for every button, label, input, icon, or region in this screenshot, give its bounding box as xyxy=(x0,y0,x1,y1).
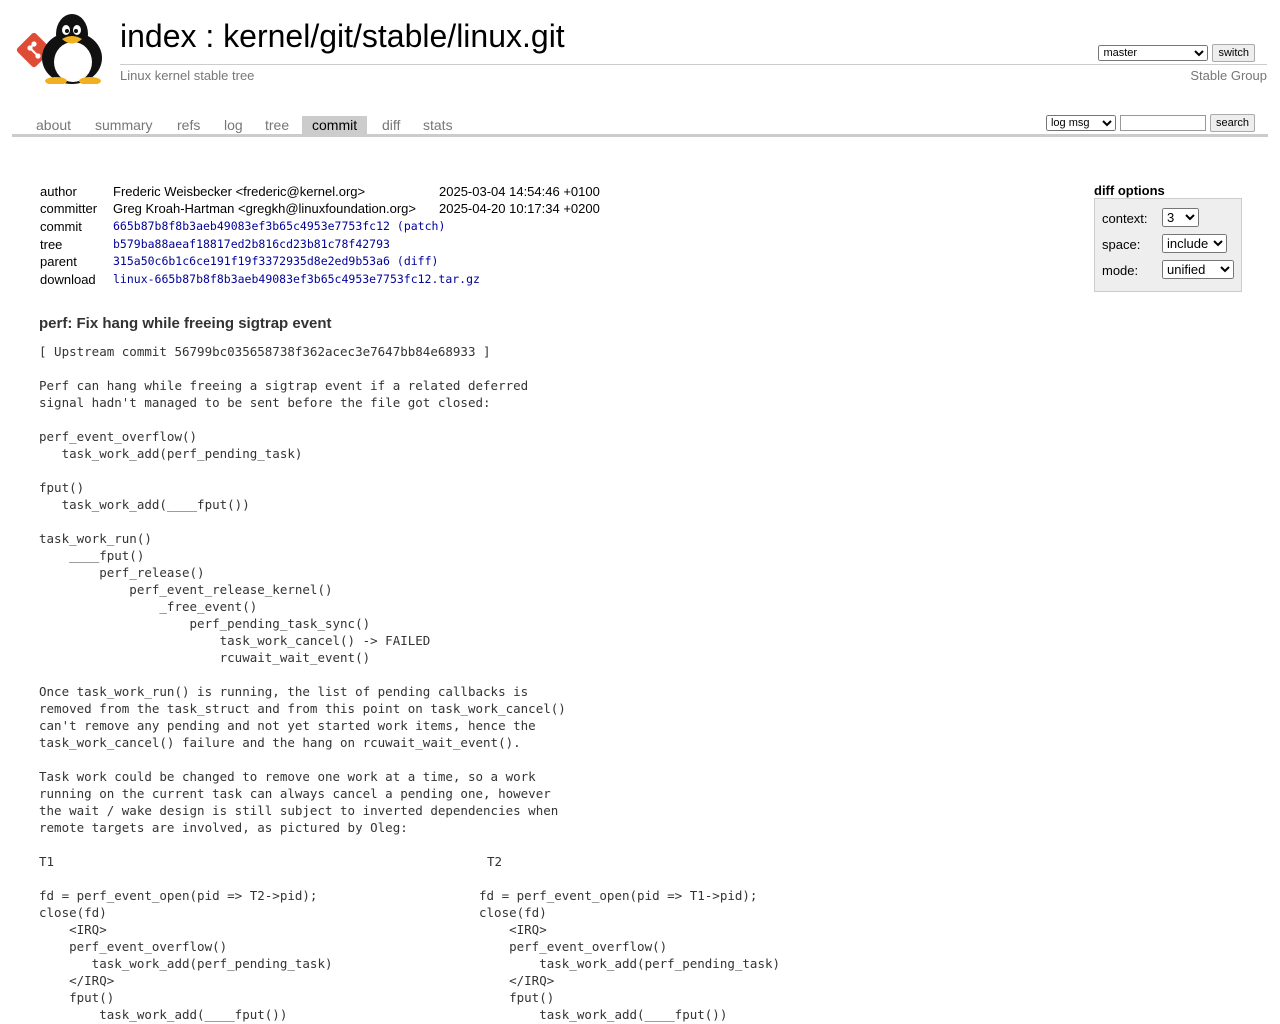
search-input[interactable] xyxy=(1119,115,1206,131)
context-select[interactable]: 3 xyxy=(1162,208,1199,227)
switch-button[interactable]: switch xyxy=(1212,44,1255,62)
patch-link[interactable]: patch xyxy=(404,219,439,233)
parent-value: 315a50c6b1c6ce191f19f3372935d8e2ed9b53a6… xyxy=(113,253,438,270)
tux-git-logo-icon xyxy=(16,14,102,85)
parent-diff-link[interactable]: diff xyxy=(404,254,432,268)
index-link[interactable]: index xyxy=(120,18,197,54)
committer-value: Greg Kroah-Hartman <gregkh@linuxfoundati… xyxy=(113,201,416,216)
parent-hash-link[interactable]: 315a50c6b1c6ce191f19f3372935d8e2ed9b53a6 xyxy=(113,254,390,268)
author-date: 2025-03-04 14:54:46 +0100 xyxy=(439,184,600,199)
diff-options-panel: diff options context: 3 space: include m… xyxy=(1094,183,1242,292)
tab-log[interactable]: log xyxy=(214,116,253,134)
diff-open-paren: ( xyxy=(389,254,404,268)
mode-label: mode: xyxy=(1102,263,1139,278)
context-row: context: 3 xyxy=(1102,208,1199,227)
page-title: index : kernel/git/stable/linux.git xyxy=(120,16,565,56)
tab-diff[interactable]: diff xyxy=(372,116,410,134)
search-type-select[interactable]: log msg xyxy=(1045,115,1116,131)
download-label: download xyxy=(40,272,96,287)
search-form: log msg search xyxy=(1045,114,1255,132)
branch-switch-form: master switch xyxy=(1098,44,1255,62)
patch-close-paren: ) xyxy=(438,219,446,233)
download-value: linux-665b87b8f8b3aeb49083ef3b65c4953e77… xyxy=(113,271,480,288)
space-select[interactable]: include xyxy=(1162,234,1227,253)
tree-label: tree xyxy=(40,237,63,252)
search-button[interactable]: search xyxy=(1209,114,1255,132)
repo-link[interactable]: kernel/git/stable/linux.git xyxy=(223,18,565,54)
author-label: author xyxy=(40,184,77,199)
commit-hash-link[interactable]: 665b87b8f8b3aeb49083ef3b65c4953e7753fc12 xyxy=(113,219,390,233)
diff-options-box: context: 3 space: include mode: unified xyxy=(1094,198,1242,292)
tab-commit[interactable]: commit xyxy=(302,116,368,134)
title-separator: : xyxy=(196,18,224,54)
diff-close-paren: ) xyxy=(431,254,439,268)
tree-value: b579ba88aeaf18817ed2b816cd23b81c78f42793 xyxy=(113,236,390,253)
patch-open-paren: ( xyxy=(389,219,404,233)
commit-value: 665b87b8f8b3aeb49083ef3b65c4953e7753fc12… xyxy=(113,218,445,235)
diff-options-title: diff options xyxy=(1094,183,1165,198)
space-label: space: xyxy=(1102,237,1141,252)
tab-stats[interactable]: stats xyxy=(413,116,463,134)
tab-refs[interactable]: refs xyxy=(167,116,210,134)
repo-owner: Stable Group xyxy=(1190,68,1267,83)
parent-label: parent xyxy=(40,254,77,269)
tab-tree[interactable]: tree xyxy=(255,116,299,134)
mode-row: mode: unified xyxy=(1102,260,1234,279)
mode-select[interactable]: unified xyxy=(1162,260,1234,279)
author-value: Frederic Weisbecker <frederic@kernel.org… xyxy=(113,184,366,199)
tree-hash-link[interactable]: b579ba88aeaf18817ed2b816cd23b81c78f42793 xyxy=(113,237,390,251)
context-label: context: xyxy=(1102,211,1148,226)
header-rule xyxy=(120,64,1267,65)
tab-summary[interactable]: summary xyxy=(85,116,163,134)
commit-subject: perf: Fix hang while freeing sigtrap eve… xyxy=(39,315,332,332)
download-link[interactable]: linux-665b87b8f8b3aeb49083ef3b65c4953e77… xyxy=(113,272,480,286)
branch-select[interactable]: master xyxy=(1098,45,1209,61)
commit-label: commit xyxy=(40,219,82,234)
repo-description: Linux kernel stable tree xyxy=(120,68,255,83)
cgit-logo[interactable] xyxy=(16,12,110,85)
space-row: space: include xyxy=(1102,234,1227,253)
tab-about[interactable]: about xyxy=(26,116,81,134)
committer-date: 2025-04-20 10:17:34 +0200 xyxy=(439,201,600,216)
owner-link[interactable]: Stable Group xyxy=(1190,68,1267,83)
commit-message-t2-column: fd = perf_event_open(pid => T1->pid); cl… xyxy=(479,888,781,1022)
committer-label: committer xyxy=(40,201,98,216)
commit-message-t2-label: T2 xyxy=(487,854,503,869)
